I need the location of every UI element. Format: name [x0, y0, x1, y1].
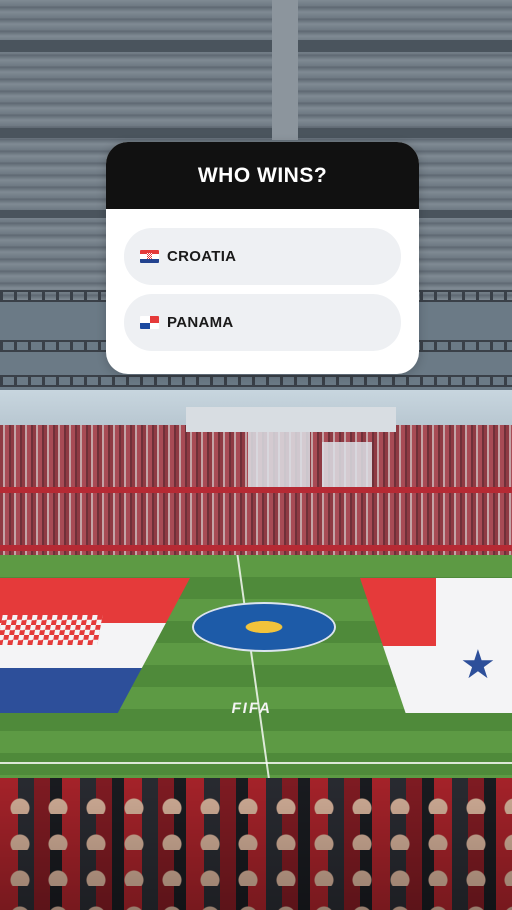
center-circle-logo [192, 602, 336, 652]
poll-question: WHO WINS? [197, 163, 328, 187]
crowd-shade [0, 778, 512, 910]
poll-option-label: PANAMA [167, 314, 234, 331]
poll-header: WHO WINS? [106, 142, 419, 209]
croatia-flag-icon [140, 250, 159, 263]
empty-seats [248, 432, 310, 487]
roof-column [272, 0, 298, 140]
poll-option-croatia[interactable]: CROATIA [124, 228, 401, 285]
roof-beam [0, 40, 512, 52]
touch-line [0, 762, 512, 764]
star-icon: ★ [460, 643, 496, 687]
roof-beam [0, 128, 512, 138]
croatia-checker-crest [0, 615, 103, 645]
poll-option-panama[interactable]: PANAMA [124, 294, 401, 351]
pitch-logo-text: FIFA [230, 700, 274, 717]
poll-sticker: WHO WINS? CROATIA PANAMA [106, 142, 419, 374]
poll-option-label: CROATIA [167, 248, 237, 265]
stand-building [186, 407, 396, 432]
panama-flag-icon [140, 316, 159, 329]
empty-seats [322, 442, 372, 487]
ad-board [0, 545, 512, 551]
roof-truss [0, 375, 512, 387]
stadium-photo: ★ FIFA [0, 0, 512, 910]
ad-board [0, 487, 512, 493]
